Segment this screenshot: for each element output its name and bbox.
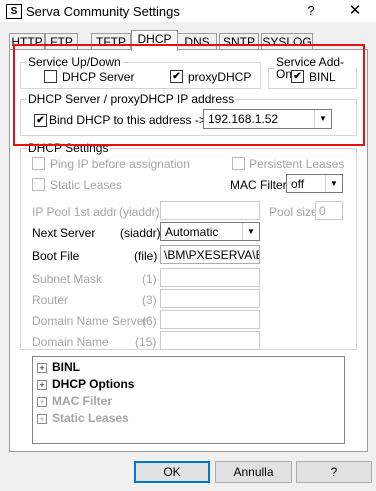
subnet-mask-input[interactable] xyxy=(160,268,260,287)
router-code: (3) xyxy=(142,293,157,307)
boot-file-code: (file) xyxy=(134,249,158,263)
static-leases-label: Static Leases xyxy=(50,178,123,192)
mac-filter-label: MAC Filter xyxy=(230,178,287,192)
expand-icon[interactable]: + xyxy=(37,363,47,373)
persistent-leases-checkbox[interactable] xyxy=(232,157,245,170)
close-button[interactable]: ✕ xyxy=(340,2,370,20)
router-label: Router xyxy=(32,293,69,307)
mac-filter-select[interactable]: off ▼ xyxy=(286,174,343,193)
boot-file-input[interactable]: \BM\PXESERVA\BIO xyxy=(160,245,260,264)
expand-icon[interactable]: + xyxy=(37,414,47,424)
router-input[interactable] xyxy=(160,289,260,308)
highlight-rectangle xyxy=(13,44,365,146)
next-server-select[interactable]: Automatic ▼ xyxy=(160,222,260,241)
domain-name-label: Domain Name xyxy=(32,335,109,349)
chevron-down-icon: ▼ xyxy=(325,175,342,192)
chevron-down-icon: ▼ xyxy=(242,223,259,240)
tree-item-label: DHCP Options xyxy=(52,377,135,391)
boot-file-label: Boot File xyxy=(32,249,80,263)
next-server-value: Automatic xyxy=(165,225,219,239)
tree-item-label: BINL xyxy=(52,360,80,374)
domain-name-server-input[interactable] xyxy=(160,310,260,329)
tree-item-label: Static Leases xyxy=(52,411,129,425)
subnet-mask-label: Subnet Mask xyxy=(32,272,103,286)
pool-size-label: Pool size xyxy=(269,205,318,219)
pool-size-input[interactable]: 0 xyxy=(315,201,343,220)
ok-button[interactable]: OK xyxy=(134,461,210,483)
window-title: Serva Community Settings xyxy=(26,4,180,19)
expand-icon[interactable]: + xyxy=(37,380,47,390)
options-tree[interactable]: + BINL + DHCP Options + MAC Filter + Sta… xyxy=(32,356,345,444)
tree-item-label: MAC Filter xyxy=(52,394,112,408)
static-leases-checkbox[interactable] xyxy=(32,178,45,191)
ping-ip-checkbox[interactable] xyxy=(32,157,45,170)
title-help-button[interactable]: ? xyxy=(296,2,326,20)
ip-pool-label: IP Pool 1st addr xyxy=(32,205,118,219)
domain-name-input[interactable] xyxy=(160,331,260,350)
help-button[interactable]: ? xyxy=(296,461,372,483)
ip-pool-code: (yiaddr) xyxy=(119,205,160,219)
subnet-mask-code: (1) xyxy=(142,272,157,286)
persistent-leases-label: Persistent Leases xyxy=(249,157,345,171)
title-bar: S Serva Community Settings ? ✕ xyxy=(0,0,376,22)
app-icon: S xyxy=(6,4,22,19)
ip-pool-input[interactable] xyxy=(160,201,260,220)
ping-ip-label: Ping IP before assignation xyxy=(50,157,190,171)
domain-name-server-label: Domain Name Server xyxy=(32,314,148,328)
cancel-button[interactable]: Annulla xyxy=(215,461,292,483)
expand-icon[interactable]: + xyxy=(37,397,47,407)
next-server-code: (siaddr) xyxy=(120,226,161,240)
domain-name-server-code: (6) xyxy=(142,314,157,328)
next-server-label: Next Server xyxy=(32,226,96,240)
domain-name-code: (15) xyxy=(135,335,157,349)
mac-filter-value: off xyxy=(291,177,305,191)
